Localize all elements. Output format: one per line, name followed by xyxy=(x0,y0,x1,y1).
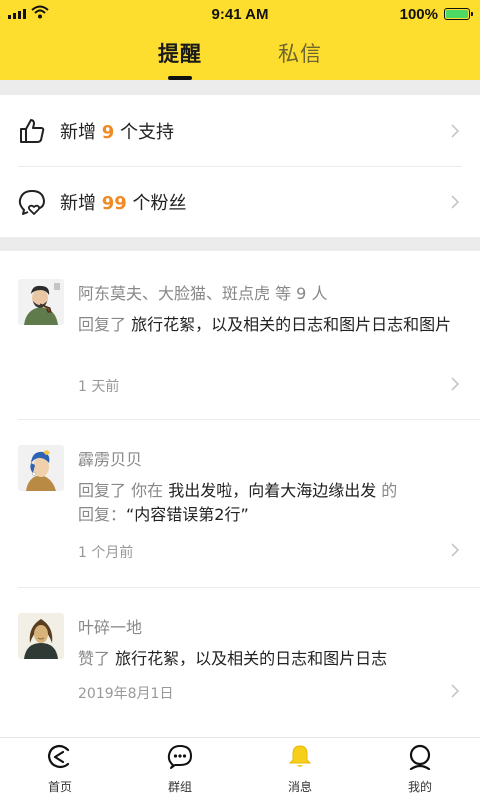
notification-date: 1 个月前 xyxy=(78,545,134,561)
notification-content: 回复了 你在 我出发啦，向着大海边缘出发 的回复：“内容错误第2行” xyxy=(78,481,398,524)
tabbar-label: 消息 xyxy=(287,780,312,794)
group-chat-icon xyxy=(167,745,192,769)
thumbs-up-icon xyxy=(20,119,45,143)
notification-date: 2019年8月1日 xyxy=(78,686,174,702)
tabbar-label: 我的 xyxy=(407,780,432,794)
home-icon xyxy=(47,744,70,769)
chevron-right-icon xyxy=(451,377,460,391)
tab-private-messages[interactable]: 私信 xyxy=(278,38,322,68)
list-item[interactable]: 阿东莫夫、大脸猫、斑点虎 等 9 人 回复了 旅行花絮，以及相关的日志和图片日志… xyxy=(0,251,480,419)
notification-content: 回复了 旅行花絮，以及相关的日志和图片日志和图片 xyxy=(78,315,452,334)
avatar[interactable] xyxy=(18,445,64,491)
notification-date: 1 天前 xyxy=(78,379,120,395)
avatar[interactable] xyxy=(18,279,64,325)
chevron-right-icon xyxy=(451,195,460,209)
chevron-right-icon xyxy=(451,543,460,557)
notification-target-link[interactable]: 我出发啦，向着大海边缘出发 xyxy=(168,481,376,500)
tab-reminders[interactable]: 提醒 xyxy=(158,38,202,68)
bottom-tab-bar: 首页 群组 消息 我的 xyxy=(0,737,480,800)
avatar-girl-with-pearl-earring xyxy=(18,445,64,491)
chevron-right-icon xyxy=(451,124,460,138)
new-likes-count: 9 xyxy=(101,122,115,143)
new-fans-text: 新增 99 个粉丝 xyxy=(60,193,187,214)
notification-target-link[interactable]: 旅行花絮，以及相关的日志和图片日志和图片 xyxy=(131,315,451,334)
tabbar-item-profile[interactable]: 我的 xyxy=(360,738,480,800)
battery-percentage: 100% xyxy=(399,6,438,23)
new-fans-count: 99 xyxy=(101,193,127,214)
bell-icon xyxy=(288,745,312,767)
summary-card: 新增 9 个支持 新增 99 个粉丝 xyxy=(0,95,480,237)
notification-names: 霹雳贝贝 xyxy=(78,450,143,469)
active-tab-indicator xyxy=(168,76,192,80)
tabbar-item-home[interactable]: 首页 xyxy=(0,738,120,800)
battery-icon xyxy=(444,8,473,20)
notification-list: 阿东莫夫、大脸猫、斑点虎 等 9 人 回复了 旅行花絮，以及相关的日志和图片日志… xyxy=(0,251,480,737)
notification-target-link[interactable]: 旅行花絮，以及相关的日志和图片日志 xyxy=(115,649,387,668)
reply-text: “内容错误第2行” xyxy=(126,505,249,524)
avatar-mona-lisa xyxy=(18,613,64,659)
chevron-right-icon xyxy=(451,684,460,698)
tabbar-item-messages[interactable]: 消息 xyxy=(240,738,360,800)
list-item[interactable]: 霹雳贝贝 回复了 你在 我出发啦，向着大海边缘出发 的回复：“内容错误第2行” … xyxy=(0,419,480,587)
avatar-man-with-pipe xyxy=(18,279,64,325)
notification-names: 叶碎一地 xyxy=(78,618,143,637)
status-bar: 9:41 AM 100% xyxy=(0,0,480,28)
new-likes-row[interactable]: 新增 9 个支持 xyxy=(0,95,480,166)
new-likes-text: 新增 9 个支持 xyxy=(60,122,174,143)
avatar[interactable] xyxy=(18,613,64,659)
divider xyxy=(18,419,480,420)
tabbar-label: 群组 xyxy=(167,780,192,794)
new-fans-row[interactable]: 新增 99 个粉丝 xyxy=(0,166,480,237)
fans-heart-icon xyxy=(18,189,46,215)
tabbar-label: 首页 xyxy=(47,780,72,794)
notification-names: 阿东莫夫、大脸猫、斑点虎 等 9 人 xyxy=(78,284,328,303)
notification-content: 赞了 旅行花絮，以及相关的日志和图片日志 xyxy=(78,649,388,668)
header: 9:41 AM 100% 提醒 私信 xyxy=(0,0,480,80)
profile-icon xyxy=(409,744,431,770)
tabbar-item-groups[interactable]: 群组 xyxy=(120,738,240,800)
divider xyxy=(18,587,480,588)
top-tabs: 提醒 私信 xyxy=(0,38,480,80)
list-item[interactable]: 叶碎一地 赞了 旅行花絮，以及相关的日志和图片日志 2019年8月1日 xyxy=(0,587,480,737)
